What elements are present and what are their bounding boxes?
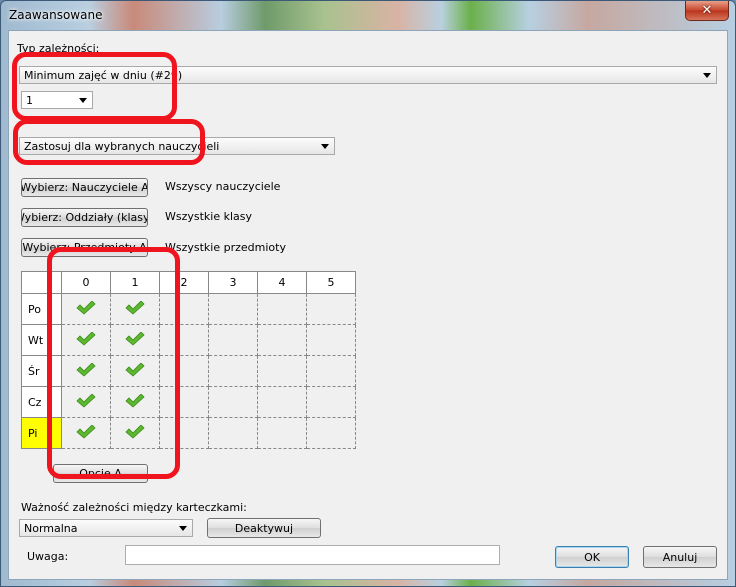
column-header-1[interactable]: 1: [110, 271, 160, 294]
count-value: 1: [26, 94, 33, 107]
row-header[interactable]: Po: [21, 293, 62, 325]
grid-cell[interactable]: [306, 355, 356, 387]
grid-cell[interactable]: [61, 355, 111, 387]
ok-button[interactable]: OK: [555, 546, 629, 568]
grid-cell[interactable]: [61, 417, 111, 449]
row-header[interactable]: Wt: [21, 324, 62, 356]
grid-cell[interactable]: [306, 324, 356, 356]
grid-cell[interactable]: [61, 386, 111, 418]
importance-select[interactable]: Normalna: [19, 519, 193, 537]
grid-cell[interactable]: [257, 293, 307, 325]
select-classes-button[interactable]: Wybierz: Oddziały (klasy) A: [21, 208, 148, 227]
check-icon: [76, 300, 96, 315]
column-header-4[interactable]: 4: [257, 271, 307, 294]
column-header-5[interactable]: 5: [306, 271, 356, 294]
grid-cell[interactable]: [306, 293, 356, 325]
check-icon: [125, 362, 145, 377]
grid-corner: [21, 271, 62, 294]
row-header[interactable]: Pi: [21, 417, 62, 449]
grid-row: Po: [21, 293, 356, 325]
check-icon: [125, 300, 145, 315]
apply-scope-select[interactable]: Zastosuj dla wybranych nauczycieli: [19, 137, 335, 155]
options-button[interactable]: Opcje A: [53, 464, 148, 483]
grid-cell[interactable]: [110, 293, 160, 325]
chevron-down-icon: [703, 73, 711, 78]
title-bar[interactable]: Zaawansowane ✕: [1, 1, 735, 29]
grid-cell[interactable]: [159, 293, 209, 325]
close-button[interactable]: ✕: [685, 1, 729, 21]
grid-cell[interactable]: [306, 417, 356, 449]
note-input[interactable]: [125, 545, 500, 565]
close-icon: ✕: [701, 3, 713, 18]
chevron-down-icon: [79, 98, 87, 103]
grid-cell[interactable]: [110, 324, 160, 356]
importance-label: Ważność zależności między karteczkami:: [21, 501, 247, 514]
schedule-grid: 0 1 2 3 4 5 Po Wt Śr Cz Pi: [21, 271, 356, 449]
grid-row: Cz: [21, 386, 356, 418]
deactivate-button[interactable]: Deaktywuj: [207, 518, 321, 538]
select-classes-label: Wybierz: Oddziały (klasy) A: [22, 211, 147, 224]
grid-cell[interactable]: [159, 324, 209, 356]
count-select[interactable]: 1: [21, 91, 93, 109]
grid-cell[interactable]: [110, 386, 160, 418]
chevron-down-icon: [179, 526, 187, 531]
grid-cell[interactable]: [110, 355, 160, 387]
grid-cell[interactable]: [159, 417, 209, 449]
check-icon: [125, 331, 145, 346]
subjects-selection-text: Wszystkie przedmioty: [165, 241, 286, 254]
apply-scope-value: Zastosuj dla wybranych nauczycieli: [24, 140, 220, 153]
grid-cell[interactable]: [208, 417, 258, 449]
grid-cell[interactable]: [208, 293, 258, 325]
check-icon: [76, 393, 96, 408]
grid-cell[interactable]: [110, 417, 160, 449]
classes-selection-text: Wszystkie klasy: [165, 210, 253, 223]
grid-cell[interactable]: [257, 324, 307, 356]
dependency-type-label: Typ zależności:: [17, 42, 100, 55]
teachers-selection-text: Wszyscy nauczyciele: [165, 180, 281, 193]
grid-cell[interactable]: [159, 386, 209, 418]
grid-row: Wt: [21, 324, 356, 356]
check-icon: [125, 393, 145, 408]
check-icon: [125, 424, 145, 439]
row-header[interactable]: Cz: [21, 386, 62, 418]
importance-value: Normalna: [24, 522, 78, 535]
cancel-button[interactable]: Anuluj: [643, 546, 717, 568]
grid-cell[interactable]: [61, 324, 111, 356]
check-icon: [76, 331, 96, 346]
grid-cell[interactable]: [257, 386, 307, 418]
grid-cell[interactable]: [208, 355, 258, 387]
grid-row: Śr: [21, 355, 356, 387]
select-subjects-button[interactable]: Wybierz: Przedmioty A: [21, 238, 148, 257]
annotation-box-dependency: [12, 52, 177, 121]
window-title: Zaawansowane: [9, 8, 103, 22]
grid-cell[interactable]: [159, 355, 209, 387]
chevron-down-icon: [321, 144, 329, 149]
dependency-type-value: Minimum zajęć w dniu (#29): [24, 69, 183, 82]
dependency-type-select[interactable]: Minimum zajęć w dniu (#29): [19, 66, 717, 84]
check-icon: [76, 362, 96, 377]
grid-row: Pi: [21, 417, 356, 449]
note-label: Uwaga:: [27, 550, 69, 563]
grid-cell[interactable]: [257, 417, 307, 449]
column-header-0[interactable]: 0: [61, 271, 111, 294]
check-icon: [76, 424, 96, 439]
grid-cell[interactable]: [208, 386, 258, 418]
grid-cell[interactable]: [306, 386, 356, 418]
dialog-window: Zaawansowane ✕ Typ zależności: Minimum z…: [0, 0, 736, 587]
column-header-2[interactable]: 2: [159, 271, 209, 294]
grid-cell[interactable]: [257, 355, 307, 387]
grid-cell[interactable]: [208, 324, 258, 356]
select-teachers-button[interactable]: Wybierz: Nauczyciele A: [21, 178, 148, 197]
column-header-3[interactable]: 3: [208, 271, 258, 294]
dialog-content: Typ zależności: Minimum zajęć w dniu (#2…: [8, 30, 728, 580]
row-header[interactable]: Śr: [21, 355, 62, 387]
grid-cell[interactable]: [61, 293, 111, 325]
